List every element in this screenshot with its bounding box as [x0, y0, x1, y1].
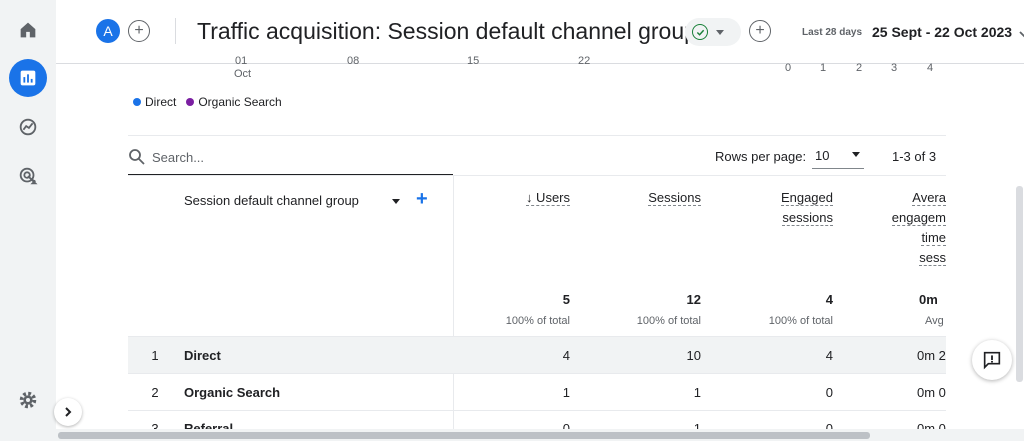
column-header-text: sessions	[782, 210, 833, 226]
advertising-icon[interactable]	[9, 157, 47, 195]
feedback-button[interactable]	[972, 340, 1012, 380]
row-engaged-sessions: 0	[825, 385, 833, 400]
header-divider	[175, 18, 176, 44]
date-preset-label: Last 28 days	[802, 27, 863, 38]
column-header-text: engagem	[891, 210, 946, 226]
table-search-input[interactable]	[152, 145, 432, 169]
x-tick-month: Oct	[234, 68, 252, 80]
search-icon	[129, 149, 145, 165]
x-tick-label: 22	[578, 55, 591, 67]
row-users: 4	[562, 348, 570, 363]
chevron-down-icon[interactable]	[1018, 28, 1024, 40]
rows-per-page-select[interactable]: 10	[812, 143, 864, 167]
chevron-right-icon	[65, 407, 72, 417]
chart-legend: Direct Organic Search	[133, 95, 282, 109]
dimension-column-divider	[453, 176, 454, 441]
home-icon[interactable]	[9, 11, 47, 49]
row-index: 1	[151, 348, 159, 363]
reports-icon[interactable]	[9, 59, 47, 97]
settings-icon[interactable]	[9, 381, 47, 419]
row-border	[128, 373, 946, 374]
row-sessions: 1	[693, 385, 701, 400]
column-header-text: time	[921, 230, 946, 246]
report-header: A + Traffic acquisition: Session default…	[56, 0, 1024, 64]
check-circle-icon	[692, 24, 708, 40]
bar-axis-tick: 4	[927, 62, 934, 74]
row-avg-engagement: 0m 2	[917, 348, 946, 363]
row-channel-name[interactable]: Organic Search	[184, 385, 280, 400]
legend-label: Direct	[145, 95, 177, 109]
total-avg-engagement: 0m	[919, 292, 938, 307]
row-sessions: 10	[686, 348, 701, 363]
column-header-engaged-sessions[interactable]: Engaged sessions	[733, 188, 833, 228]
vertical-scrollbar-thumb[interactable]	[1016, 186, 1023, 382]
legend-label: Organic Search	[198, 95, 282, 109]
comparison-avatar[interactable]: A	[96, 19, 120, 43]
legend-dot	[133, 98, 141, 106]
row-channel-name[interactable]: Direct	[184, 348, 221, 363]
row-avg-engagement: 0m 0	[917, 385, 946, 400]
chevron-down-icon[interactable]	[392, 199, 400, 204]
column-header-text: ↓ Users	[525, 190, 570, 206]
total-sessions-pct: 100% of total	[636, 315, 701, 327]
add-comparison-button[interactable]: +	[128, 20, 150, 42]
row-users: 1	[562, 385, 570, 400]
total-avg-engagement-label: Avg	[925, 315, 944, 327]
bar-axis-tick: 3	[891, 62, 898, 74]
column-header-text: Sessions	[648, 190, 701, 206]
bar-axis-tick: 0	[785, 62, 792, 74]
total-users-pct: 100% of total	[505, 315, 570, 327]
explore-icon[interactable]	[9, 108, 47, 146]
page-title: Traffic acquisition: Session default cha…	[197, 18, 697, 44]
plus-icon: +	[134, 22, 144, 39]
add-dimension-button[interactable]: +	[416, 189, 428, 209]
legend-item-organic-search[interactable]: Organic Search	[186, 95, 282, 109]
column-header-avg-engagement[interactable]: Avera engagem time sess	[846, 188, 946, 268]
total-engaged-sessions-pct: 100% of total	[768, 315, 833, 327]
nav-rail	[0, 0, 56, 441]
column-header-sessions[interactable]: Sessions	[600, 188, 701, 208]
row-engaged-sessions: 4	[825, 348, 833, 363]
row-index: 2	[151, 385, 159, 400]
report-status-dropdown[interactable]	[685, 18, 741, 46]
rows-per-page-value: 10	[815, 147, 830, 163]
bar-axis-tick: 2	[856, 62, 863, 74]
total-engaged-sessions: 4	[825, 292, 833, 307]
legend-item-direct[interactable]: Direct	[133, 95, 176, 109]
chevron-down-icon	[852, 152, 860, 157]
plus-icon: +	[755, 22, 765, 39]
rows-per-page-label: Rows per page:	[715, 149, 807, 164]
chevron-down-icon	[716, 29, 724, 35]
x-tick-label: 15	[467, 55, 480, 67]
add-filter-button[interactable]: +	[749, 20, 771, 42]
x-tick-label: 08	[347, 55, 360, 67]
divider	[128, 135, 946, 136]
total-sessions: 12	[686, 292, 701, 307]
legend-dot	[186, 98, 195, 106]
column-header-text: Engaged	[780, 190, 833, 206]
column-header-text: sess	[919, 250, 946, 266]
x-tick-label: 01	[235, 55, 248, 67]
pagination-range: 1-3 of 3	[892, 149, 937, 164]
horizontal-scrollbar-thumb[interactable]	[58, 432, 870, 439]
expand-nav-button[interactable]	[54, 398, 82, 426]
feedback-icon	[983, 351, 1001, 370]
bar-axis-tick: 1	[820, 62, 827, 74]
date-range-picker[interactable]: 25 Sept - 22 Oct 2023	[872, 24, 1012, 40]
row-border	[128, 410, 946, 411]
dimension-column-header[interactable]: Session default channel group	[184, 193, 359, 208]
column-header-text: Avera	[912, 190, 946, 206]
select-underline	[812, 168, 864, 169]
table-top-border	[128, 175, 946, 176]
column-header-users[interactable]: ↓ Users	[470, 188, 570, 208]
total-users: 5	[562, 292, 570, 307]
